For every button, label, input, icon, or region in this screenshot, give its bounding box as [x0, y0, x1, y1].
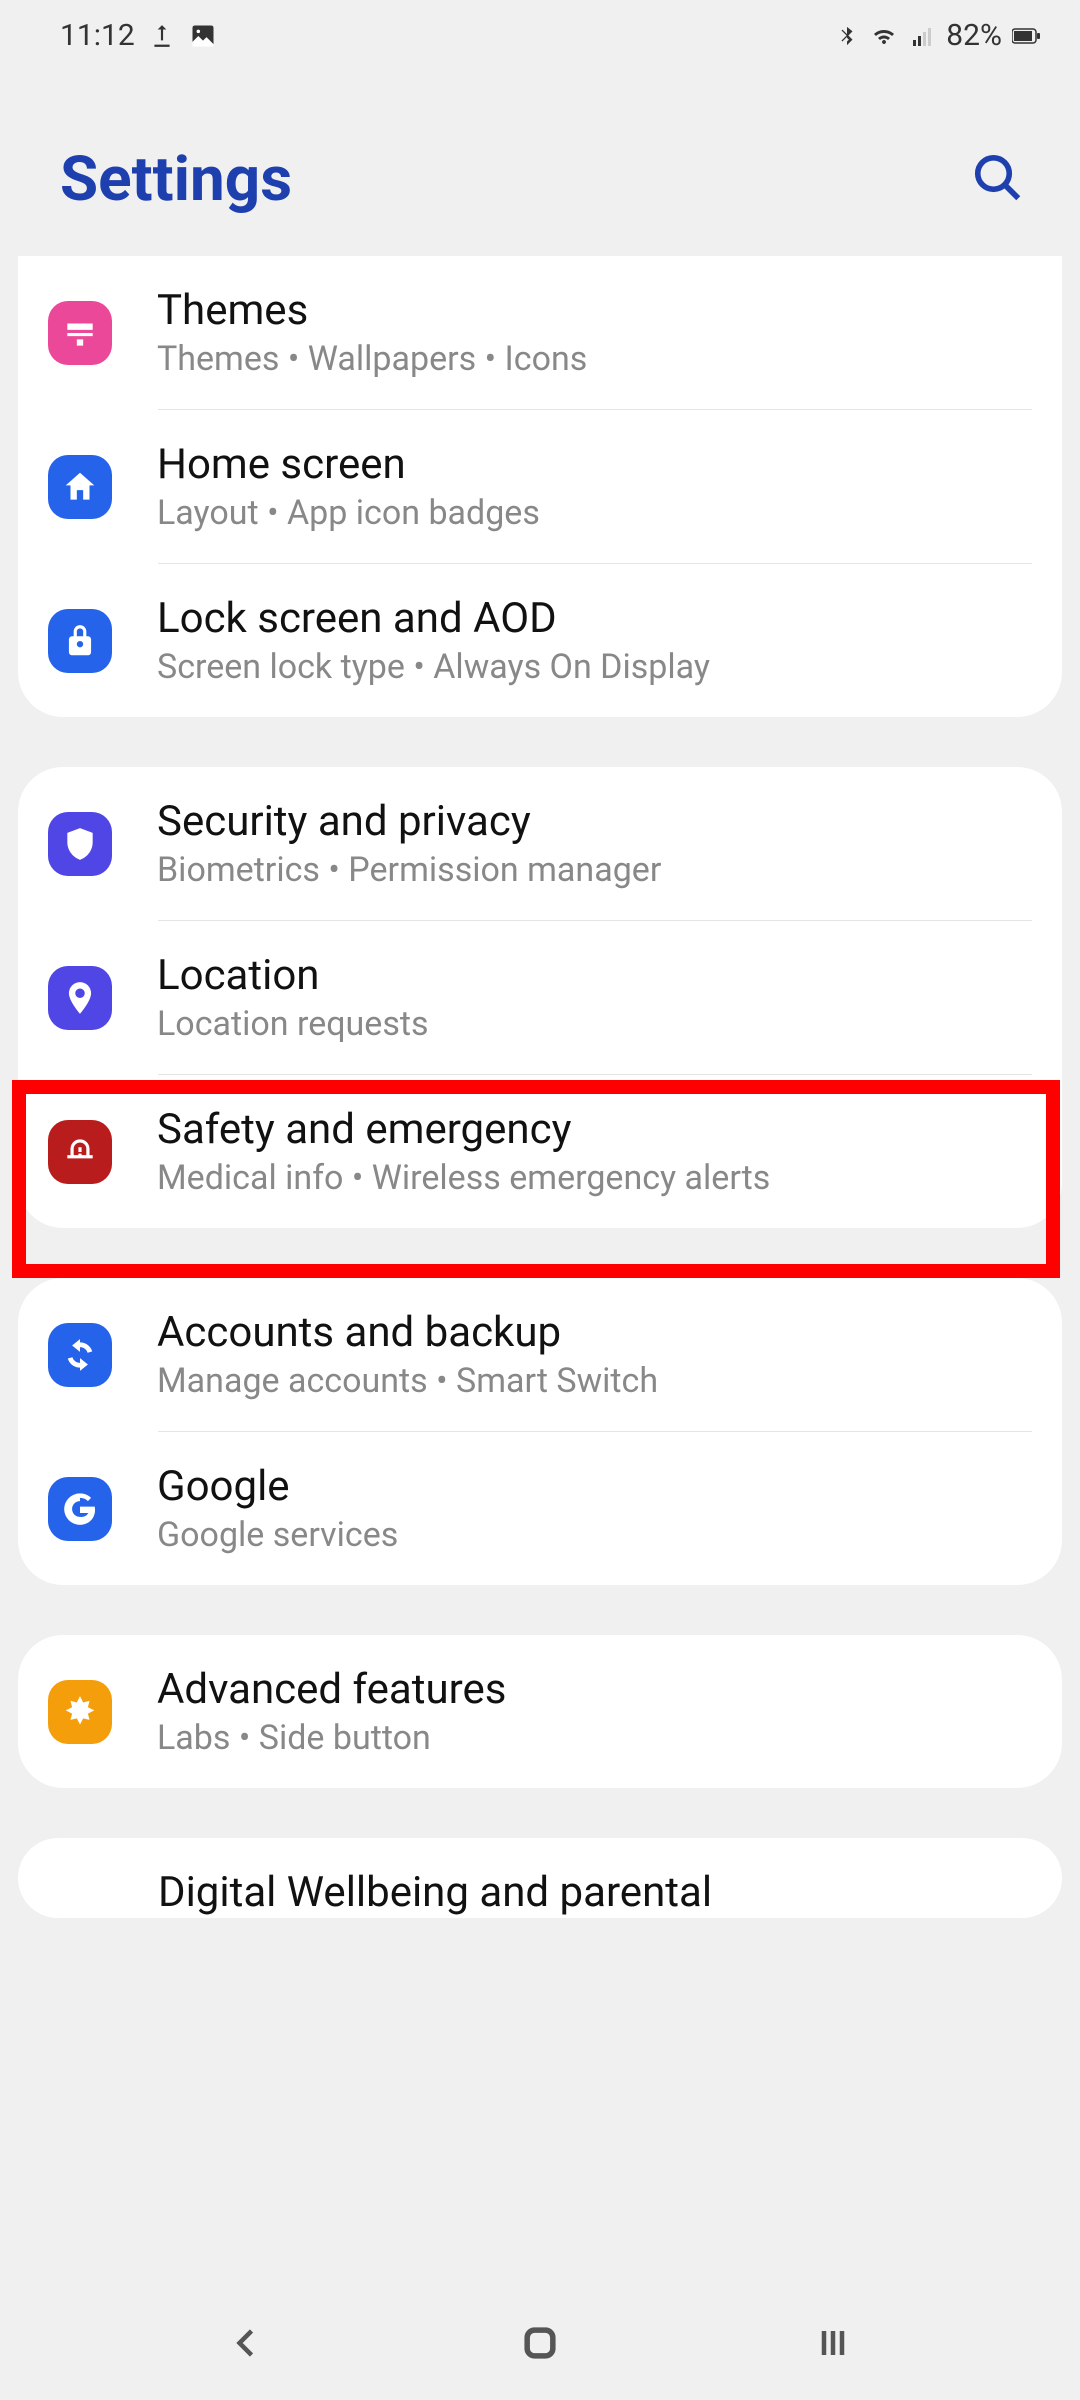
navigation-bar	[0, 2285, 1080, 2400]
status-right: 82%	[836, 18, 1040, 53]
image-icon	[189, 22, 217, 50]
status-time: 11:12	[60, 18, 135, 53]
setting-title: Location	[157, 951, 1032, 1000]
lock-icon	[48, 609, 112, 673]
setting-item-home-screen[interactable]: Home screen Layout • App icon badges	[18, 410, 1062, 563]
emergency-icon	[48, 1120, 112, 1184]
app-header: Settings	[0, 63, 1080, 256]
nav-recents-button[interactable]	[803, 2313, 863, 2373]
setting-item-google[interactable]: Google Google services	[18, 1432, 1062, 1585]
setting-title: Accounts and backup	[157, 1308, 1032, 1357]
location-icon	[48, 966, 112, 1030]
home-icon	[48, 455, 112, 519]
upload-icon	[149, 23, 175, 49]
setting-item-advanced[interactable]: Advanced features Labs • Side button	[18, 1635, 1062, 1788]
battery-percent: 82%	[946, 18, 1002, 53]
google-icon	[48, 1477, 112, 1541]
settings-group-partial: Digital Wellbeing and parental	[18, 1838, 1062, 1918]
setting-title: Lock screen and AOD	[157, 594, 1032, 643]
settings-group-3: Advanced features Labs • Side button	[18, 1635, 1062, 1788]
setting-title: Digital Wellbeing and parental	[158, 1868, 1032, 1917]
signal-icon	[910, 24, 936, 48]
setting-title: Advanced features	[157, 1665, 1032, 1714]
setting-subtitle: Labs • Side button	[157, 1718, 1032, 1758]
setting-subtitle: Google services	[157, 1515, 1032, 1555]
page-title: Settings	[60, 143, 292, 216]
settings-group-0: Themes Themes • Wallpapers • Icons Home …	[18, 256, 1062, 717]
setting-title: Safety and emergency	[157, 1105, 1032, 1154]
setting-item-lock-screen[interactable]: Lock screen and AOD Screen lock type • A…	[18, 564, 1062, 717]
setting-title: Themes	[157, 286, 1032, 335]
wifi-icon	[868, 24, 900, 48]
setting-title: Google	[157, 1462, 1032, 1511]
setting-item-security[interactable]: Security and privacy Biometrics • Permis…	[18, 767, 1062, 920]
settings-content: Themes Themes • Wallpapers • Icons Home …	[0, 256, 1080, 1918]
setting-subtitle: Biometrics • Permission manager	[157, 850, 1032, 890]
nav-home-button[interactable]	[510, 2313, 570, 2373]
settings-group-2: Accounts and backup Manage accounts • Sm…	[18, 1278, 1062, 1585]
setting-subtitle: Layout • App icon badges	[157, 493, 1032, 533]
sync-icon	[48, 1323, 112, 1387]
setting-subtitle: Themes • Wallpapers • Icons	[157, 339, 1032, 379]
setting-item-accounts[interactable]: Accounts and backup Manage accounts • Sm…	[18, 1278, 1062, 1431]
settings-group-1: Security and privacy Biometrics • Permis…	[18, 767, 1062, 1228]
themes-icon	[48, 301, 112, 365]
shield-icon	[48, 812, 112, 876]
setting-title: Security and privacy	[157, 797, 1032, 846]
setting-subtitle: Manage accounts • Smart Switch	[157, 1361, 1032, 1401]
battery-icon	[1012, 27, 1040, 45]
setting-subtitle: Location requests	[157, 1004, 1032, 1044]
bluetooth-icon	[836, 22, 858, 50]
status-bar: 11:12 82%	[0, 0, 1080, 63]
search-button[interactable]	[971, 151, 1025, 209]
setting-item-location[interactable]: Location Location requests	[18, 921, 1062, 1074]
advanced-icon	[48, 1680, 112, 1744]
setting-title: Home screen	[157, 440, 1032, 489]
setting-subtitle: Screen lock type • Always On Display	[157, 647, 1032, 687]
setting-subtitle: Medical info • Wireless emergency alerts	[157, 1158, 1032, 1198]
setting-item-themes[interactable]: Themes Themes • Wallpapers • Icons	[18, 256, 1062, 409]
nav-back-button[interactable]	[217, 2313, 277, 2373]
status-left: 11:12	[60, 18, 217, 53]
setting-item-safety[interactable]: Safety and emergency Medical info • Wire…	[18, 1075, 1062, 1228]
